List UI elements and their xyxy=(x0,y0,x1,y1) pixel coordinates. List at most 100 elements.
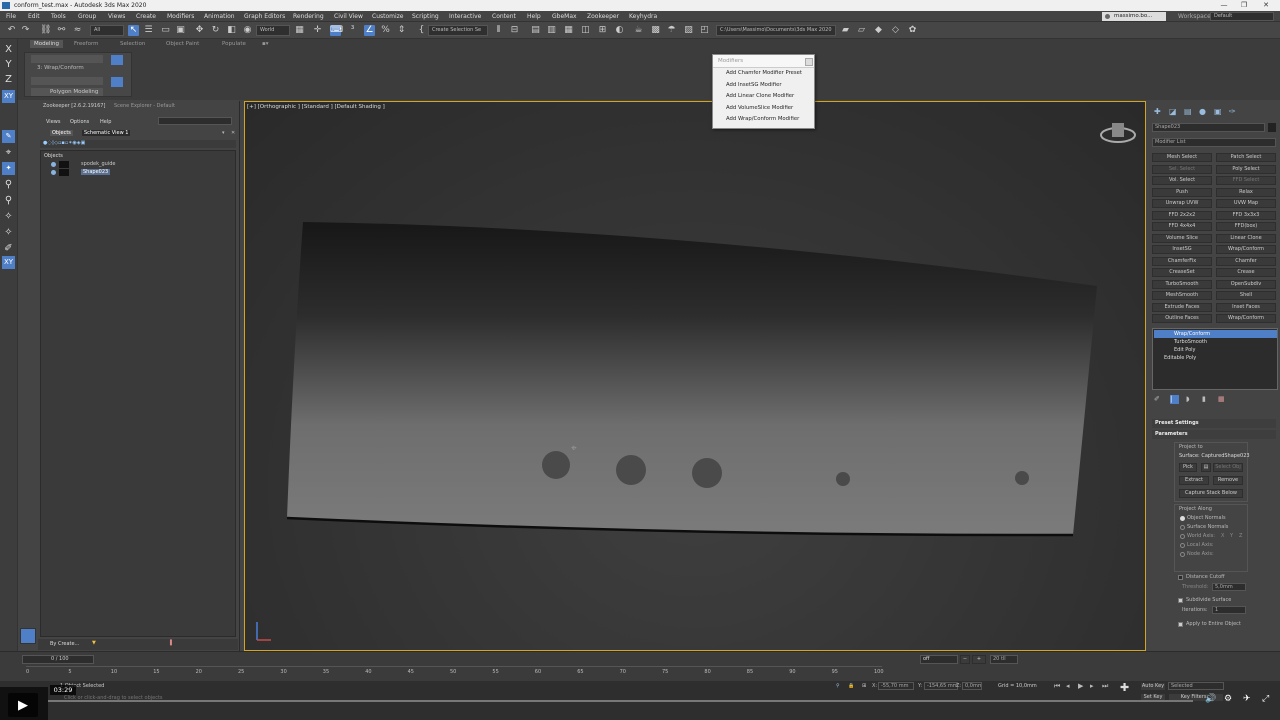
layer-icon[interactable]: ▌ xyxy=(170,640,174,646)
toggle-scene-explorer-icon[interactable]: ▤ xyxy=(530,25,541,36)
select-obj-button[interactable]: Select Obj xyxy=(1213,463,1243,472)
motion-tab-icon[interactable]: ● xyxy=(1199,107,1206,116)
settings-icon[interactable]: ⚙ xyxy=(1224,694,1232,704)
utilities-tab-icon[interactable]: ✑ xyxy=(1229,107,1236,116)
render-iterative-icon[interactable]: ▨ xyxy=(683,25,694,36)
project-folder-icon[interactable]: ▱ xyxy=(856,25,867,36)
modifier-button[interactable]: OpenSubdiv xyxy=(1216,279,1276,289)
reference-coord-dropdown[interactable]: World xyxy=(256,25,290,36)
modifier-button[interactable]: ChamferFix xyxy=(1152,256,1212,266)
modifier-button[interactable]: FFD Select xyxy=(1216,176,1276,185)
popup-item-insetsg[interactable]: Add InsetSG Modifier xyxy=(713,80,814,92)
snap-tool-3-icon[interactable]: ✦ xyxy=(2,162,15,175)
create-tab-icon[interactable]: ✚ xyxy=(1154,107,1161,116)
menu-create[interactable]: Create xyxy=(136,11,156,22)
maximize-button[interactable]: ❐ xyxy=(1234,0,1254,11)
scene-explorer-tab[interactable]: Scene Explorer - Default xyxy=(114,103,175,109)
select-object-icon[interactable]: ↖ xyxy=(128,25,139,36)
snap-tool-7-icon[interactable]: ✧ xyxy=(2,226,15,239)
fps-dropdown[interactable]: 20 tll xyxy=(990,655,1018,664)
menu-views[interactable]: Views xyxy=(108,11,125,22)
isolate-icon[interactable]: ⚲ xyxy=(836,683,840,689)
modifier-button[interactable]: Crease xyxy=(1216,268,1276,277)
display-tab-icon[interactable]: ▣ xyxy=(1214,107,1222,116)
y-coord-field[interactable]: -154,65 mm xyxy=(924,682,958,690)
selection-filter-dropdown[interactable]: All xyxy=(90,25,124,36)
capture-stack-below-button[interactable]: Capture Stack Below xyxy=(1179,489,1243,498)
menu-modifiers[interactable]: Modifiers xyxy=(167,11,194,22)
modifier-button[interactable]: Mesh Select xyxy=(1152,153,1212,162)
hierarchy-tab-icon[interactable]: ▤ xyxy=(1184,107,1192,116)
auto-key-button[interactable]: Auto Key xyxy=(1140,682,1166,691)
tree-item-shape023[interactable]: Shape023 xyxy=(51,169,121,177)
axis-y-button[interactable]: Y xyxy=(2,58,15,71)
radio-world-axis[interactable] xyxy=(1180,534,1185,539)
radio-object-normals[interactable] xyxy=(1180,516,1185,521)
remove-button[interactable]: Remove xyxy=(1213,476,1243,485)
rotate-icon[interactable]: ↻ xyxy=(210,25,221,36)
configure-sets-icon[interactable]: ▦ xyxy=(1218,395,1225,403)
render-production-icon[interactable]: ☂ xyxy=(666,25,677,36)
preserve-uvs-icon[interactable] xyxy=(111,77,123,87)
modifier-button[interactable]: Wrap/Conform xyxy=(1216,314,1276,323)
curve-editor-icon[interactable]: ◫ xyxy=(580,25,591,36)
modifier-button[interactable]: Extrude Faces xyxy=(1152,302,1212,312)
snap-tool-5-icon[interactable]: ⚲ xyxy=(2,194,15,207)
ribbon-tab-selection[interactable]: Selection xyxy=(116,40,149,48)
axis-x-toggle[interactable]: X xyxy=(1221,533,1224,539)
modifier-button[interactable]: Outline Faces xyxy=(1152,314,1212,323)
rendered-frame-window-icon[interactable]: ▩ xyxy=(650,25,661,36)
menu-customize[interactable]: Customize xyxy=(372,11,404,22)
extra-tool-3-icon[interactable]: ✿ xyxy=(907,25,918,36)
radio-surface-normals[interactable] xyxy=(1180,525,1185,530)
popup-item-chamfer-preset[interactable]: Add Chamfer Modifier Preset xyxy=(713,68,814,80)
axis-x-button[interactable]: X xyxy=(2,43,15,56)
modifier-list-dropdown[interactable]: Modifier List xyxy=(1152,138,1276,147)
stack-item-turbosmooth[interactable]: TurboSmooth xyxy=(1154,338,1277,346)
menu-zookeeper[interactable]: Zookeeper xyxy=(587,11,619,22)
toggle-layout-icon[interactable]: ◰ xyxy=(699,25,710,36)
toggle-ribbon-icon[interactable]: ▦ xyxy=(563,25,574,36)
angle-snap-icon[interactable]: ∠ xyxy=(364,25,375,36)
modifier-button[interactable]: Sel. Select xyxy=(1152,164,1212,174)
filter-funnel-icon[interactable]: ▼ xyxy=(92,640,96,646)
menu-group[interactable]: Group xyxy=(78,11,96,22)
timeline-ruler[interactable]: 0 5 10 15 20 25 30 35 40 45 50 55 60 65 70 75 80 85 90 95 10… xyxy=(26,666,884,680)
share-icon[interactable]: ✈ xyxy=(1243,694,1251,704)
time-slider[interactable]: 0 / 100 xyxy=(22,655,94,664)
extra-tool-2-icon[interactable]: ◇ xyxy=(890,25,901,36)
modifier-button[interactable]: Shell xyxy=(1216,291,1276,300)
time-plus-button[interactable]: + xyxy=(972,655,986,664)
explorer-search-input[interactable] xyxy=(158,117,232,125)
render-setup-icon[interactable]: ☕ xyxy=(633,25,644,36)
modify-mode-icon[interactable] xyxy=(111,55,123,65)
material-editor-icon[interactable]: ◐ xyxy=(614,25,625,36)
close-button[interactable]: ✕ xyxy=(1256,0,1276,11)
play-icon[interactable]: ▶ xyxy=(1078,682,1083,690)
minimize-button[interactable]: — xyxy=(1214,0,1234,11)
menu-file[interactable]: File xyxy=(6,11,16,22)
stack-item-editable-poly[interactable]: Editable Poly xyxy=(1154,354,1277,362)
edit-named-selection-icon[interactable]: { xyxy=(416,25,427,36)
ribbon-tab-populate[interactable]: Populate xyxy=(218,40,250,48)
polygon-modeling-label[interactable]: Polygon Modeling xyxy=(50,89,98,95)
key-selection-dropdown[interactable]: Selected xyxy=(1168,682,1224,690)
snap-tool-1-icon[interactable]: ✎ xyxy=(2,130,15,143)
snaps-toggle-icon[interactable]: ³ xyxy=(347,25,358,36)
menu-civil-view[interactable]: Civil View xyxy=(334,11,363,22)
menu-edit[interactable]: Edit xyxy=(28,11,40,22)
ribbon-tab-object-paint[interactable]: Object Paint xyxy=(162,40,203,48)
modifier-button[interactable]: FFD 2x2x2 xyxy=(1152,210,1212,220)
menu-scripting[interactable]: Scripting xyxy=(412,11,439,22)
ribbon-tab-freeform[interactable]: Freeform xyxy=(70,40,103,48)
set-key-icon[interactable]: ✚ xyxy=(1120,681,1129,694)
menu-content[interactable]: Content xyxy=(492,11,516,22)
modifier-button[interactable]: Relax xyxy=(1216,187,1276,197)
pin-stack-icon[interactable]: ✐ xyxy=(1154,395,1160,403)
popup-item-wrap-conform[interactable]: Add Wrap/Conform Modifier xyxy=(713,114,814,126)
pivot-icon[interactable]: ▦ xyxy=(294,25,305,36)
menu-options-explorer[interactable]: Options xyxy=(70,119,89,125)
goto-start-icon[interactable]: ⏮ xyxy=(1054,682,1060,691)
viewport-layout-icon[interactable] xyxy=(20,628,36,644)
radio-node-axis[interactable] xyxy=(1180,552,1185,557)
